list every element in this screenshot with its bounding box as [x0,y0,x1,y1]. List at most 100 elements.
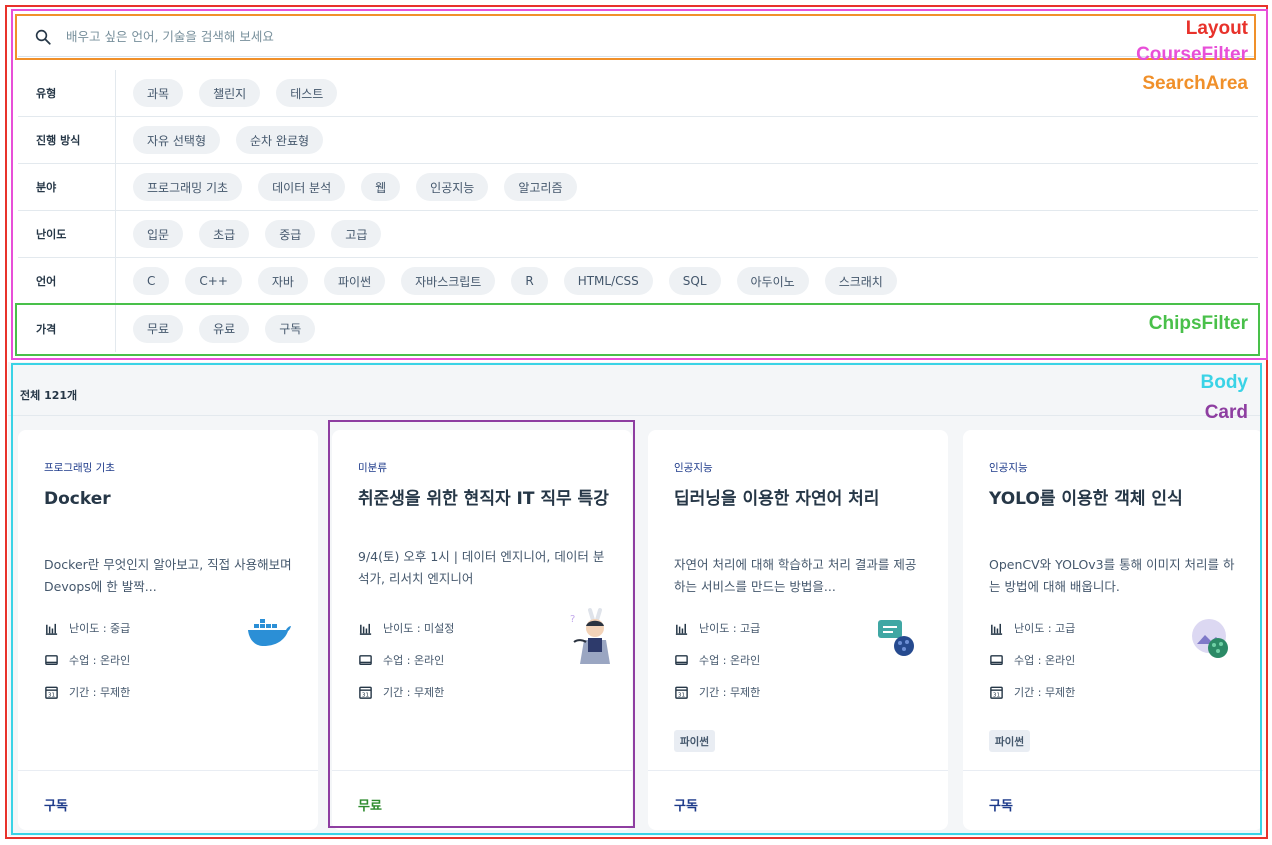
mode-text: 수업 : 온라인 [383,654,445,667]
filter-row-field: 분야 프로그래밍 기초 데이터 분석 웹 인공지능 알고리즘 [18,164,1258,211]
chip-web[interactable]: 웹 [361,173,401,201]
chip-advanced[interactable]: 고급 [331,220,382,248]
chip-subscription[interactable]: 구독 [265,314,316,343]
card-title: Docker [44,489,111,509]
period-text: 기간 : 무제한 [69,686,131,699]
card-period: 31 기간 : 무제한 [44,684,130,700]
chip-ai[interactable]: 인공지능 [416,173,489,201]
chip-cpp[interactable]: C++ [185,267,242,295]
card-mode: 수업 : 온라인 [44,652,130,668]
laptop-icon [990,654,1003,665]
calendar-icon: 31 [359,686,372,699]
card-description: 자연어 처리에 대해 학습하고 처리 결과를 제공하는 서비스를 만드는 방법을… [674,557,917,594]
card-mode: 수업 : 온라인 [358,652,444,668]
annotation-course-filter: CourseFilter [1136,44,1248,65]
card-difficulty: 난이도 : 중급 [44,620,130,636]
chip-sql[interactable]: SQL [668,267,721,295]
chat-brain-icon [878,620,914,656]
card-category: 인공지능 [674,462,713,474]
svg-text:31: 31 [362,692,370,698]
chip-scratch[interactable]: 스크래치 [824,267,897,295]
card-period: 31 기간 : 무제한 [674,684,760,700]
chip-sequential[interactable]: 순차 완료형 [236,126,324,154]
search-icon [35,29,51,45]
bar-chart-icon [359,623,372,635]
divider [8,415,1262,416]
calendar-icon: 31 [45,686,58,699]
chip-test[interactable]: 테스트 [276,79,338,107]
course-list-body: 전체 121개 프로그래밍 기초 Docker Docker란 무엇인지 알아보… [8,362,1263,836]
chip-free-select[interactable]: 자유 선택형 [133,126,221,154]
filter-label: 분야 [18,164,116,210]
card-category: 미분류 [358,462,387,474]
card-description: OpenCV와 YOLOv3를 통해 이미지 처리를 하는 방법에 대해 배웁니… [989,557,1235,594]
filter-label: 가격 [18,305,116,352]
period-text: 기간 : 무제한 [383,686,445,699]
period-text: 기간 : 무제한 [1014,686,1076,699]
card-footer-divider [648,770,948,771]
calendar-icon: 31 [675,686,688,699]
chip-javascript[interactable]: 자바스크립트 [401,267,496,295]
card-price: 구독 [674,799,698,814]
card-footer-divider [18,770,318,771]
filter-row-difficulty: 난이도 입문 초급 중급 고급 [18,211,1258,258]
chip-programming-basics[interactable]: 프로그래밍 기초 [133,173,243,201]
filter-label: 진행 방식 [18,117,116,163]
docker-whale-icon [248,619,291,646]
difficulty-text: 난이도 : 고급 [699,622,761,635]
chip-algorithm[interactable]: 알고리즘 [504,173,577,201]
difficulty-text: 난이도 : 고급 [1014,622,1076,635]
chip-challenge[interactable]: 챌린지 [199,79,261,107]
chip-intro[interactable]: 입문 [133,220,184,248]
filter-label: 언어 [18,258,116,304]
filter-row-price: 가격 무료 유료 구독 [18,305,1258,352]
chip-free[interactable]: 무료 [133,314,184,343]
card-description: Docker란 무엇인지 알아보고, 직접 사용해보며 Devops에 한 발짝… [44,557,292,594]
image-brain-icon [1192,619,1228,658]
card-description: 9/4(토) 오후 1시 | 데이터 엔지니어, 데이터 분석가, 리서치 엔지… [358,549,605,586]
difficulty-text: 난이도 : 미설정 [383,622,455,635]
laptop-icon [359,654,372,665]
chip-python[interactable]: 파이썬 [323,267,386,295]
annotation-layout: Layout [1185,18,1248,39]
card-footer-divider [963,770,1263,771]
svg-text:31: 31 [48,692,56,698]
chip-intermediate[interactable]: 중급 [265,220,316,248]
bar-chart-icon [990,623,1003,635]
rabbit-character-icon: ? [570,608,610,664]
card-tag: 파이썬 [989,730,1030,752]
chip-c[interactable]: C [133,267,170,295]
card-title: YOLO를 이용한 객체 인식 [989,489,1183,509]
chip-course[interactable]: 과목 [133,79,184,107]
search-bar[interactable] [18,17,1254,57]
svg-text:?: ? [570,614,575,625]
chip-beginner[interactable]: 초급 [199,220,250,248]
card-title: 취준생을 위한 현직자 IT 직무 특강 [358,489,609,509]
course-filter: 유형 과목 챌린지 테스트 진행 방식 자유 선택형 순차 완료형 분야 프로그… [18,70,1258,352]
chip-html-css[interactable]: HTML/CSS [563,267,653,295]
search-input[interactable] [66,29,666,44]
bar-chart-icon [45,623,58,635]
chip-arduino[interactable]: 아두이노 [736,267,809,295]
difficulty-text: 난이도 : 중급 [69,622,131,635]
card-difficulty: 난이도 : 고급 [989,620,1075,636]
annotation-chips-filter: ChipsFilter [1148,313,1248,334]
bar-chart-icon [675,623,688,635]
course-card[interactable]: 인공지능 딥러닝을 이용한 자연어 처리 자연어 처리에 대해 학습하고 처리 … [648,430,948,830]
course-card[interactable]: 프로그래밍 기초 Docker Docker란 무엇인지 알아보고, 직접 사용… [18,430,318,830]
mode-text: 수업 : 온라인 [699,654,761,667]
chip-r[interactable]: R [511,267,548,295]
card-title: 딥러닝을 이용한 자연어 처리 [674,489,880,509]
course-card[interactable]: 인공지능 YOLO를 이용한 객체 인식 OpenCV와 YOLOv3를 통해 … [963,430,1263,830]
chip-java[interactable]: 자바 [257,267,308,295]
chip-paid[interactable]: 유료 [199,314,250,343]
course-card[interactable]: 미분류 취준생을 위한 현직자 IT 직무 특강 9/4(토) 오후 1시 | … [332,430,632,830]
annotation-card: Card [1204,402,1248,423]
card-period: 31 기간 : 무제한 [989,684,1075,700]
annotation-search-area: SearchArea [1142,73,1248,94]
card-mode: 수업 : 온라인 [674,652,760,668]
chip-data-analysis[interactable]: 데이터 분석 [258,173,346,201]
annotation-body: Body [1200,372,1249,393]
filter-label: 유형 [18,70,116,116]
svg-text:31: 31 [993,692,1001,698]
